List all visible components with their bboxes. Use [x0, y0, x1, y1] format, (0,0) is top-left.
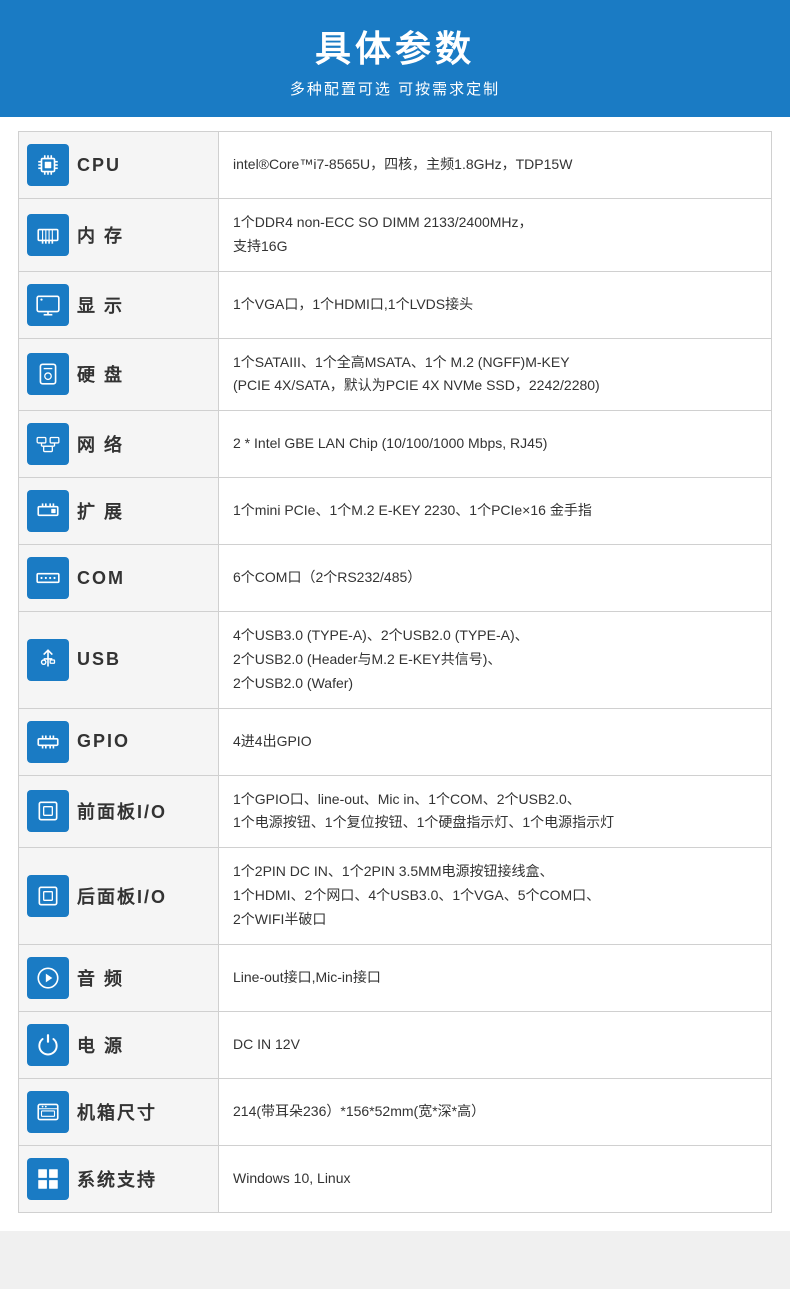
label-cell-expansion: 扩 展 — [19, 478, 219, 545]
table-row: CPU intel®Core™i7-8565U，四核，主频1.8GHz，TDP15… — [19, 132, 772, 199]
audio-icon — [27, 957, 69, 999]
table-row: 网 络 2 * Intel GBE LAN Chip (10/100/1000 M… — [19, 411, 772, 478]
value-cell-rear-panel: 1个2PIN DC IN、1个2PIN 3.5MM电源按钮接线盒、1个HDMI、… — [219, 848, 772, 944]
page-title: 具体参数 — [10, 20, 780, 72]
label-cell-storage: 硬 盘 — [19, 338, 219, 411]
value-cell-chassis: 214(带耳朵236）*156*52mm(宽*深*高） — [219, 1078, 772, 1145]
table-row: 音 频 Line-out接口,Mic-in接口 — [19, 944, 772, 1011]
label-text-com: COM — [77, 568, 125, 589]
table-row: 硬 盘 1个SATAIII、1个全高MSATA、1个 M.2 (NGFF)M-KE… — [19, 338, 772, 411]
label-cell-usb: USB — [19, 612, 219, 708]
usb-icon — [27, 639, 69, 681]
header: 具体参数 多种配置可选 可按需求定制 — [0, 0, 790, 117]
label-text-chassis: 机箱尺寸 — [77, 1099, 157, 1125]
table-row: GPIO 4进4出GPIO — [19, 708, 772, 775]
label-cell-power: 电 源 — [19, 1011, 219, 1078]
table-row: 系统支持 Windows 10, Linux — [19, 1145, 772, 1212]
content-area: CPU intel®Core™i7-8565U，四核，主频1.8GHz，TDP15… — [0, 117, 790, 1231]
label-text-audio: 音 频 — [77, 965, 124, 991]
label-cell-cpu: CPU — [19, 132, 219, 199]
label-cell-audio: 音 频 — [19, 944, 219, 1011]
label-text-storage: 硬 盘 — [77, 361, 124, 387]
value-cell-audio: Line-out接口,Mic-in接口 — [219, 944, 772, 1011]
chassis-icon — [27, 1091, 69, 1133]
page-subtitle: 多种配置可选 可按需求定制 — [10, 78, 780, 99]
label-text-expansion: 扩 展 — [77, 498, 124, 524]
label-text-display: 显 示 — [77, 292, 124, 318]
label-cell-rear-panel: 后面板I/O — [19, 848, 219, 944]
power-icon — [27, 1024, 69, 1066]
value-cell-display: 1个VGA口，1个HDMI口,1个LVDS接头 — [219, 271, 772, 338]
label-cell-front-panel: 前面板I/O — [19, 775, 219, 848]
label-cell-display: 显 示 — [19, 271, 219, 338]
value-cell-expansion: 1个mini PCIe、1个M.2 E-KEY 2230、1个PCIe×16 金… — [219, 478, 772, 545]
value-cell-cpu: intel®Core™i7-8565U，四核，主频1.8GHz，TDP15W — [219, 132, 772, 199]
cpu-icon — [27, 144, 69, 186]
table-row: 内 存 1个DDR4 non-ECC SO DIMM 2133/2400MHz，支… — [19, 199, 772, 272]
storage-icon — [27, 353, 69, 395]
network-icon — [27, 423, 69, 465]
table-row: 扩 展 1个mini PCIe、1个M.2 E-KEY 2230、1个PCIe×1… — [19, 478, 772, 545]
label-text-usb: USB — [77, 649, 121, 670]
com-icon — [27, 557, 69, 599]
label-text-rear-panel: 后面板I/O — [77, 883, 167, 909]
memory-icon — [27, 214, 69, 256]
table-row: 显 示 1个VGA口，1个HDMI口,1个LVDS接头 — [19, 271, 772, 338]
label-cell-com: COM — [19, 545, 219, 612]
label-text-front-panel: 前面板I/O — [77, 798, 167, 824]
table-row: COM 6个COM口（2个RS232/485） — [19, 545, 772, 612]
value-cell-front-panel: 1个GPIO口、line-out、Mic in、1个COM、2个USB2.0、1… — [219, 775, 772, 848]
value-cell-com: 6个COM口（2个RS232/485） — [219, 545, 772, 612]
spec-table: CPU intel®Core™i7-8565U，四核，主频1.8GHz，TDP15… — [18, 131, 772, 1213]
table-row: 后面板I/O 1个2PIN DC IN、1个2PIN 3.5MM电源按钮接线盒、1… — [19, 848, 772, 944]
gpio-icon — [27, 721, 69, 763]
label-text-os: 系统支持 — [77, 1166, 157, 1192]
value-cell-memory: 1个DDR4 non-ECC SO DIMM 2133/2400MHz，支持16… — [219, 199, 772, 272]
table-row: 机箱尺寸 214(带耳朵236）*156*52mm(宽*深*高） — [19, 1078, 772, 1145]
label-text-memory: 内 存 — [77, 222, 124, 248]
value-cell-gpio: 4进4出GPIO — [219, 708, 772, 775]
table-row: 电 源 DC IN 12V — [19, 1011, 772, 1078]
value-cell-os: Windows 10, Linux — [219, 1145, 772, 1212]
value-cell-storage: 1个SATAIII、1个全高MSATA、1个 M.2 (NGFF)M-KEY(P… — [219, 338, 772, 411]
table-row: USB 4个USB3.0 (TYPE-A)、2个USB2.0 (TYPE-A)、2… — [19, 612, 772, 708]
expansion-icon — [27, 490, 69, 532]
label-cell-network: 网 络 — [19, 411, 219, 478]
label-text-network: 网 络 — [77, 431, 124, 457]
value-cell-network: 2 * Intel GBE LAN Chip (10/100/1000 Mbps… — [219, 411, 772, 478]
panel-icon — [27, 790, 69, 832]
label-cell-chassis: 机箱尺寸 — [19, 1078, 219, 1145]
table-row: 前面板I/O 1个GPIO口、line-out、Mic in、1个COM、2个US… — [19, 775, 772, 848]
label-text-gpio: GPIO — [77, 731, 130, 752]
label-cell-memory: 内 存 — [19, 199, 219, 272]
label-text-power: 电 源 — [77, 1032, 124, 1058]
panel-icon — [27, 875, 69, 917]
value-cell-usb: 4个USB3.0 (TYPE-A)、2个USB2.0 (TYPE-A)、2个US… — [219, 612, 772, 708]
label-cell-os: 系统支持 — [19, 1145, 219, 1212]
display-icon — [27, 284, 69, 326]
value-cell-power: DC IN 12V — [219, 1011, 772, 1078]
label-cell-gpio: GPIO — [19, 708, 219, 775]
os-icon — [27, 1158, 69, 1200]
label-text-cpu: CPU — [77, 155, 121, 176]
page-container: 具体参数 多种配置可选 可按需求定制 CPU intel®Core™i7-8565… — [0, 0, 790, 1231]
